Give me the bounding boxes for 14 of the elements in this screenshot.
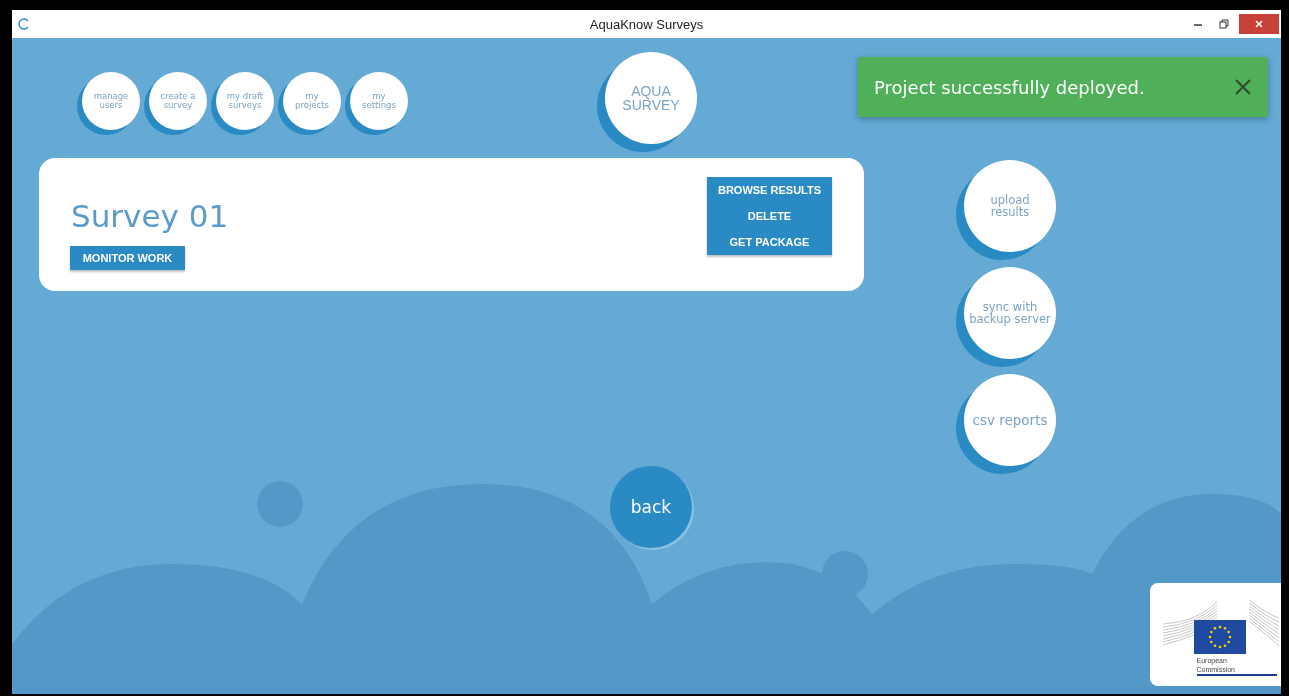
toast-message: Project successfully deployed.: [874, 76, 1146, 98]
survey-title: Survey 01: [71, 198, 229, 234]
close-icon: [1254, 19, 1264, 29]
close-button[interactable]: [1234, 78, 1252, 96]
action-button[interactable]: DELETE: [707, 203, 832, 229]
restore-icon: [1219, 19, 1229, 29]
monitor-work-button[interactable]: MONITOR WORK: [70, 246, 185, 270]
app-icon: [18, 18, 30, 30]
close-icon: [1234, 78, 1252, 96]
action-button[interactable]: BROWSE RESULTS: [707, 177, 832, 203]
back-button[interactable]: back: [610, 466, 692, 548]
window-title: AquaKnow Surveys: [589, 16, 704, 32]
action-button[interactable]: GET PACKAGE: [707, 229, 832, 255]
close-button[interactable]: [1239, 14, 1279, 34]
